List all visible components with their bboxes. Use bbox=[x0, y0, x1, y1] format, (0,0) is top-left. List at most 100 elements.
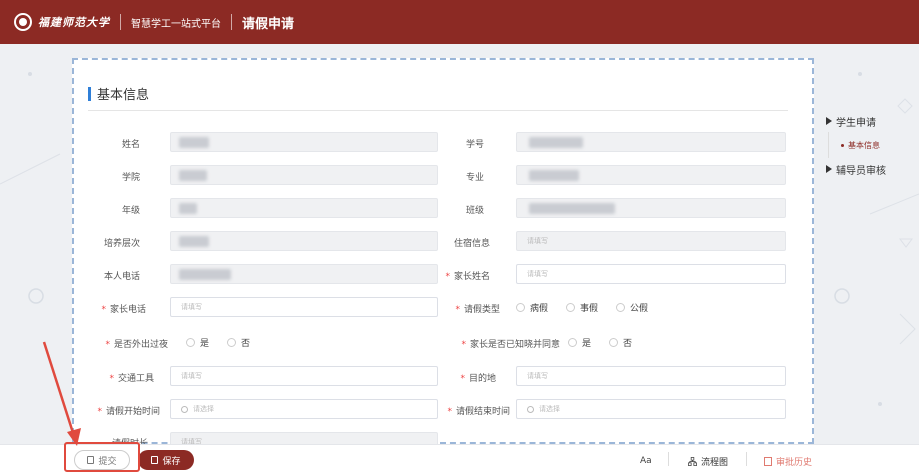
overnight-label: * 是否外出过夜 bbox=[105, 340, 168, 350]
save-button[interactable]: 保存 bbox=[138, 450, 194, 470]
class-label: 班级 bbox=[465, 206, 484, 216]
side-nav-basic-info[interactable]: 基本信息 bbox=[828, 132, 919, 158]
bottom-divider bbox=[746, 452, 747, 466]
required-mark: * bbox=[97, 407, 102, 417]
name-label: 姓名 bbox=[121, 140, 140, 150]
transport-input[interactable]: 请填写 bbox=[170, 366, 438, 386]
top-bar: 福建师范大学 智慧学工一站式平台 请假申请 bbox=[0, 0, 919, 44]
dorm-field[interactable]: 请填写 bbox=[516, 231, 786, 251]
radio-circle bbox=[227, 338, 237, 347]
grade-label: 年级 bbox=[121, 206, 140, 216]
redacted-value bbox=[179, 269, 231, 280]
end-time-placeholder: 请选择 bbox=[539, 405, 560, 413]
section-divider bbox=[88, 110, 788, 111]
end-time-label: * 请假结束时间 bbox=[447, 407, 510, 417]
overnight-radio-group: 是 否 bbox=[186, 336, 268, 349]
parent-aware-yes[interactable]: 是 bbox=[568, 336, 591, 349]
side-nav-label: 基本信息 bbox=[848, 140, 880, 150]
side-nav-label: 学生申请 bbox=[836, 117, 876, 129]
university-logo[interactable]: 福建师范大学 bbox=[14, 13, 110, 31]
section-header: 基本信息 bbox=[88, 84, 149, 103]
form-card: 基本信息 姓名 学号 学院 专业 年级 班级 培养层次 住宿信息 请填写 本人电… bbox=[72, 58, 814, 452]
flowchart-button[interactable]: 流程图 bbox=[688, 455, 728, 468]
college-label: 学院 bbox=[121, 173, 140, 183]
redacted-value bbox=[179, 170, 207, 181]
overnight-no[interactable]: 否 bbox=[227, 336, 250, 349]
side-nav-label: 辅导员审核 bbox=[836, 165, 886, 177]
history-icon bbox=[764, 457, 772, 466]
redacted-value bbox=[179, 236, 209, 247]
save-label: 保存 bbox=[162, 456, 181, 467]
section-title: 基本信息 bbox=[97, 88, 150, 103]
bottom-divider bbox=[668, 452, 669, 466]
leave-type-radio-group: 病假 事假 公假 bbox=[516, 301, 666, 314]
header-divider bbox=[231, 14, 232, 30]
radio-circle bbox=[568, 338, 577, 347]
training-level-label: 培养层次 bbox=[103, 239, 140, 249]
phone-label: 本人电话 bbox=[103, 272, 140, 282]
font-size-toggle[interactable]: Aa bbox=[640, 456, 652, 466]
parent-phone-label: * 家长电话 bbox=[101, 305, 146, 315]
parent-phone-input[interactable]: 请填写 bbox=[170, 297, 438, 317]
parent-phone-placeholder: 请填写 bbox=[181, 303, 202, 311]
required-mark: * bbox=[447, 407, 452, 417]
flowchart-label: 流程图 bbox=[701, 458, 729, 468]
dorm-label: 住宿信息 bbox=[453, 239, 490, 249]
parent-name-placeholder: 请填写 bbox=[527, 270, 548, 278]
required-mark: * bbox=[455, 305, 460, 315]
radio-circle bbox=[516, 303, 525, 312]
phone-field bbox=[170, 264, 438, 284]
leave-type-sick[interactable]: 病假 bbox=[516, 301, 548, 314]
radio-circle bbox=[609, 338, 619, 347]
required-mark: * bbox=[445, 272, 450, 282]
destination-placeholder: 请填写 bbox=[527, 372, 548, 380]
college-field bbox=[170, 165, 438, 185]
university-seal-icon bbox=[14, 13, 32, 31]
destination-label: * 目的地 bbox=[460, 374, 496, 384]
leave-type-label: * 请假类型 bbox=[455, 305, 500, 315]
end-time-picker[interactable]: 请选择 bbox=[516, 399, 786, 419]
clock-icon bbox=[527, 405, 534, 413]
parent-aware-radio-group: 是 否 bbox=[568, 336, 650, 349]
name-field bbox=[170, 132, 438, 152]
leave-type-personal[interactable]: 事假 bbox=[566, 301, 598, 314]
parent-name-input[interactable]: 请填写 bbox=[516, 264, 786, 284]
start-time-placeholder: 请选择 bbox=[193, 405, 214, 413]
leave-type-official[interactable]: 公假 bbox=[616, 301, 648, 314]
header-divider bbox=[120, 14, 121, 30]
dorm-placeholder: 请填写 bbox=[527, 237, 548, 245]
redacted-value bbox=[529, 203, 615, 214]
side-nav: 学生申请 基本信息 辅导员审核 bbox=[822, 110, 919, 180]
bullet-icon bbox=[841, 143, 844, 147]
university-name: 福建师范大学 bbox=[38, 16, 110, 29]
overnight-yes[interactable]: 是 bbox=[186, 336, 209, 349]
side-nav-counselor-review[interactable]: 辅导员审核 bbox=[822, 158, 919, 180]
required-mark: * bbox=[105, 340, 110, 350]
training-level-field bbox=[170, 231, 438, 251]
parent-name-label: * 家长姓名 bbox=[445, 272, 490, 282]
required-mark: * bbox=[101, 305, 106, 315]
major-label: 专业 bbox=[465, 173, 484, 183]
destination-input[interactable]: 请填写 bbox=[516, 366, 786, 386]
redacted-value bbox=[529, 137, 583, 148]
clock-icon bbox=[181, 405, 188, 413]
section-accent-bar bbox=[88, 86, 91, 101]
approval-history-label: 审批历史 bbox=[776, 458, 813, 468]
required-mark: * bbox=[461, 340, 466, 350]
radio-circle bbox=[616, 303, 626, 312]
approval-history-button[interactable]: 审批历史 bbox=[764, 455, 812, 468]
side-nav-student-application[interactable]: 学生申请 bbox=[822, 110, 919, 132]
parent-aware-no[interactable]: 否 bbox=[609, 336, 632, 349]
required-mark: * bbox=[460, 374, 465, 384]
flowchart-icon bbox=[688, 457, 697, 466]
transport-label: * 交通工具 bbox=[109, 374, 154, 384]
grade-field bbox=[170, 198, 438, 218]
redacted-value bbox=[529, 170, 579, 181]
class-field bbox=[516, 198, 786, 218]
radio-circle bbox=[186, 338, 195, 347]
triangle-right-icon bbox=[826, 117, 832, 125]
transport-placeholder: 请填写 bbox=[181, 372, 202, 380]
start-time-picker[interactable]: 请选择 bbox=[170, 399, 438, 419]
student-id-label: 学号 bbox=[465, 140, 484, 150]
annotation-arrow bbox=[42, 341, 81, 446]
